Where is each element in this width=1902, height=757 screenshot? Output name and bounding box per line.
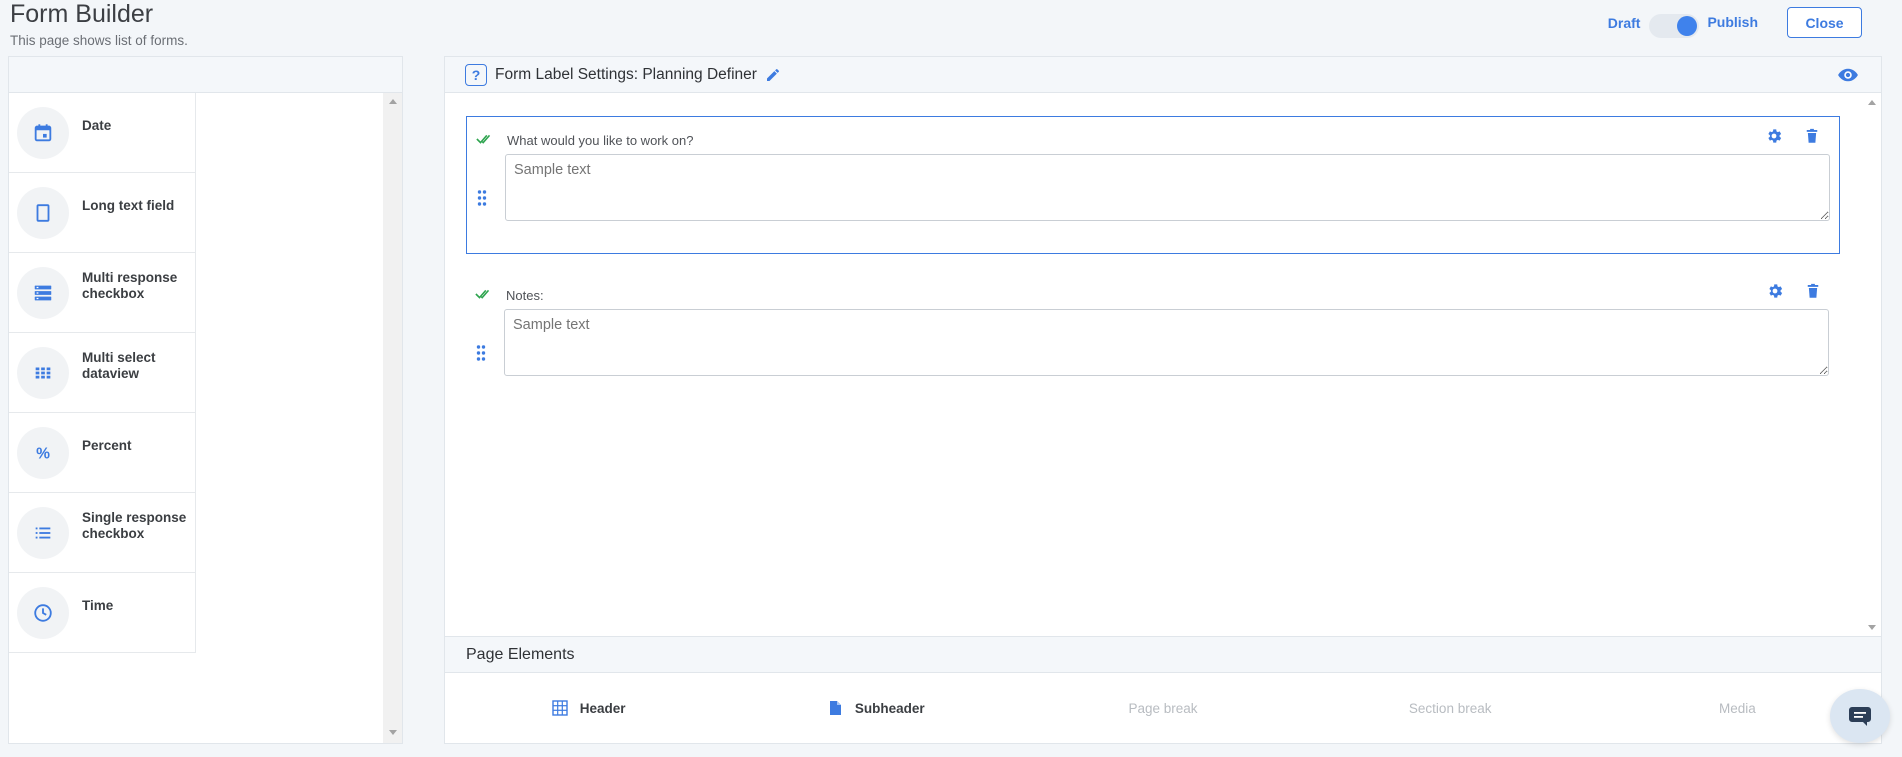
palette-item-label: Date	[82, 117, 112, 133]
sample-text-input[interactable]	[505, 154, 1830, 221]
field-actions	[1766, 282, 1822, 300]
palette-list: Date Long text field Multi response chec…	[9, 93, 196, 653]
publish-label: Publish	[1707, 13, 1758, 30]
toggle-knob	[1677, 15, 1698, 36]
scroll-down-arrow[interactable]	[1868, 625, 1876, 630]
double-check-icon	[476, 134, 491, 144]
form-editor-header: ? Form Label Settings: Planning Definer	[445, 57, 1881, 93]
palette-item-date[interactable]: Date	[9, 93, 195, 173]
field-label: Notes:	[506, 288, 544, 303]
page-element-label: Header	[579, 700, 626, 716]
page-element-label: Section break	[1408, 700, 1492, 716]
form-canvas: What would you like to work on? Notes:	[445, 94, 1862, 638]
page-element-subheader[interactable]: Subheader	[732, 700, 1019, 716]
gear-icon[interactable]	[1765, 127, 1783, 145]
canvas-scrollbar[interactable]	[1862, 94, 1881, 638]
clock-icon	[17, 586, 69, 639]
trash-icon[interactable]	[1803, 127, 1821, 145]
palette-item-long-text-field[interactable]: Long text field	[9, 173, 195, 253]
top-actions: Draft Publish Close	[1608, 7, 1862, 38]
svg-text:%: %	[36, 445, 50, 462]
page-element-label: Page break	[1128, 700, 1198, 716]
bullet-list-icon	[17, 506, 69, 559]
palette-item-single-response-checkbox[interactable]: Single response checkbox	[9, 493, 195, 573]
palette-item-label: Multi select dataview	[82, 349, 156, 381]
palette-item-label: Time	[82, 597, 114, 613]
pencil-icon[interactable]	[765, 67, 781, 83]
palette-item-label: Percent	[82, 437, 132, 453]
page-element-header[interactable]: Header	[445, 700, 732, 716]
form-title: Form Label Settings: Planning Definer	[495, 65, 757, 83]
field-label: What would you like to work on?	[507, 133, 694, 148]
drag-handle-icon[interactable]	[476, 344, 486, 362]
close-button[interactable]: Close	[1787, 7, 1862, 38]
trash-icon[interactable]	[1804, 282, 1822, 300]
palette-item-multi-response-checkbox[interactable]: Multi response checkbox	[9, 253, 195, 333]
eye-icon[interactable]	[1837, 66, 1859, 84]
page-element-label: Media	[1719, 700, 1756, 716]
table-icon	[552, 700, 568, 716]
palette-item-label: Long text field	[82, 197, 175, 213]
chat-support-button[interactable]	[1830, 689, 1890, 743]
gear-icon[interactable]	[1766, 282, 1784, 300]
page-title: Form Builder	[10, 0, 154, 28]
page-elements-row: Header Subheader Page break Section brea…	[445, 673, 1881, 743]
publish-toggle[interactable]	[1649, 13, 1700, 38]
scroll-down-arrow[interactable]	[389, 730, 397, 735]
document-icon	[829, 701, 841, 715]
page-elements-title: Page Elements	[445, 637, 1881, 673]
draft-label: Draft	[1607, 14, 1641, 31]
calendar-icon	[17, 106, 69, 159]
stacked-list-icon	[17, 266, 69, 319]
palette-item-multi-select-dataview[interactable]: Multi select dataview	[9, 333, 195, 413]
page-subtitle: This page shows list of forms.	[10, 33, 188, 48]
palette-header	[9, 57, 402, 93]
textbox-icon	[17, 186, 69, 239]
page-element-page-break: Page break	[1019, 701, 1306, 716]
field-palette-panel: Date Long text field Multi response chec…	[8, 56, 403, 744]
palette-item-time[interactable]: Time	[9, 573, 195, 653]
grid-icon	[17, 346, 69, 399]
scroll-up-arrow[interactable]	[389, 99, 397, 104]
form-editor-panel: ? Form Label Settings: Planning Definer …	[444, 56, 1882, 744]
scroll-up-arrow[interactable]	[1868, 100, 1876, 105]
percent-icon: %	[17, 426, 69, 479]
page-elements-section: Page Elements Header Subheader Page brea…	[445, 636, 1881, 743]
palette-scrollbar[interactable]	[383, 93, 402, 743]
palette-item-percent[interactable]: % Percent	[9, 413, 195, 493]
palette-item-label: Single response checkbox	[82, 509, 187, 541]
form-field-card[interactable]: Notes:	[466, 272, 1840, 410]
chat-icon	[1849, 707, 1871, 726]
sample-text-input[interactable]	[504, 309, 1829, 376]
drag-handle-icon[interactable]	[477, 189, 487, 207]
field-actions	[1765, 127, 1821, 145]
page-header: Form Builder This page shows list of for…	[10, 0, 188, 48]
page-element-label: Subheader	[854, 700, 925, 716]
double-check-icon	[475, 289, 490, 299]
page-element-section-break: Section break	[1307, 701, 1594, 716]
palette-item-label: Multi response checkbox	[82, 269, 178, 301]
help-icon[interactable]: ?	[465, 63, 487, 86]
form-field-card[interactable]: What would you like to work on?	[466, 116, 1840, 254]
